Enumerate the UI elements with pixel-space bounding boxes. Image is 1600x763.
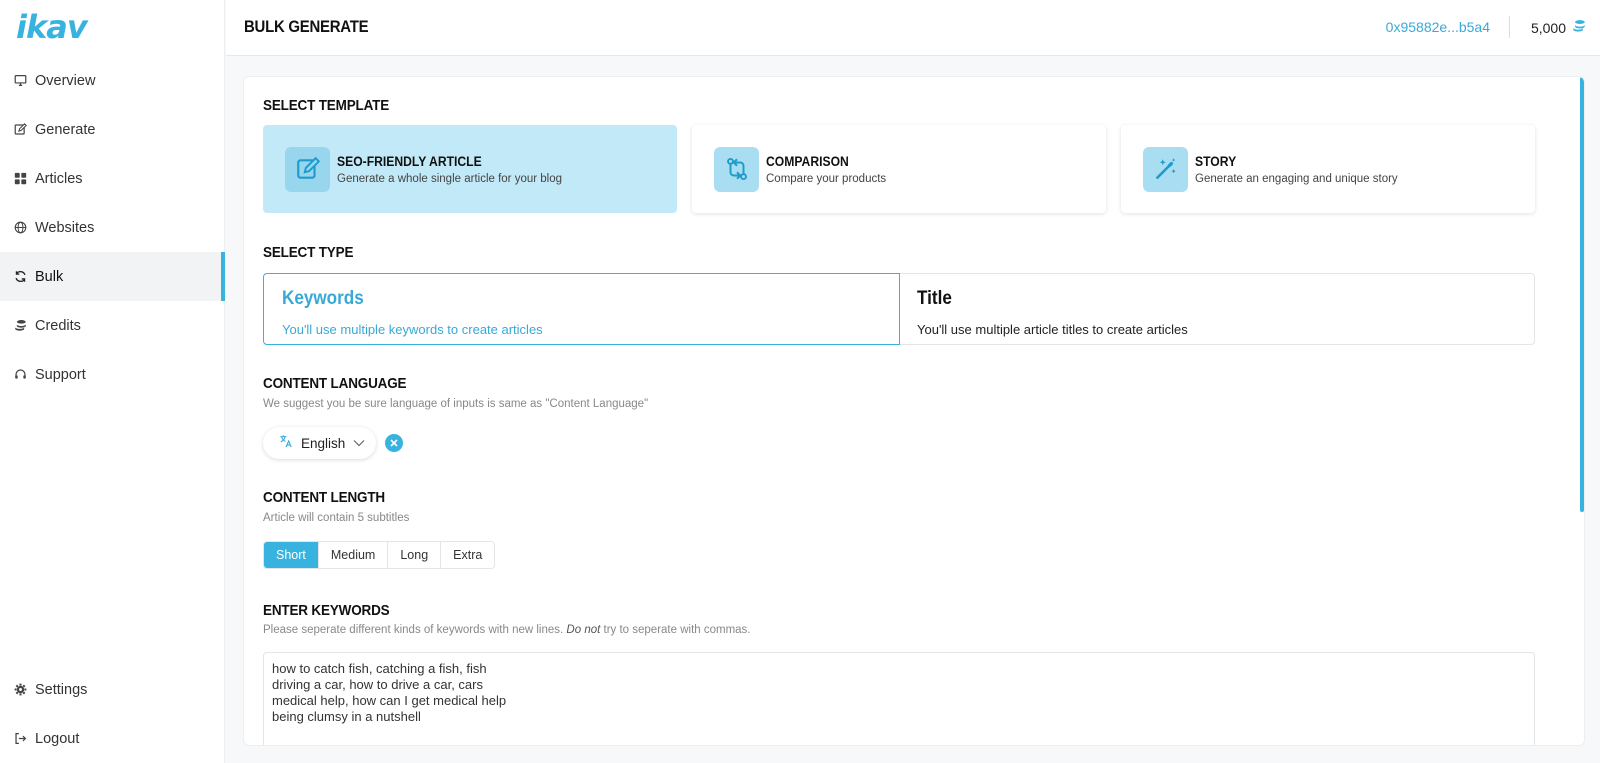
logout-icon <box>14 732 27 745</box>
enter-keywords-heading: ENTER KEYWORDS <box>263 602 390 619</box>
globe-icon <box>14 221 27 234</box>
sidebar-item-generate[interactable]: Generate <box>0 105 225 154</box>
template-card-seo-article[interactable]: SEO-FRIENDLY ARTICLE Generate a whole si… <box>263 125 677 213</box>
template-desc: Generate an engaging and unique story <box>1195 172 1398 185</box>
grid-icon <box>14 172 27 185</box>
type-desc: You'll use multiple article titles to cr… <box>917 322 1188 337</box>
coins-icon <box>14 319 27 332</box>
content-language-hint: We suggest you be sure language of input… <box>263 398 649 410</box>
length-short-button[interactable]: Short <box>264 542 319 568</box>
language-value: English <box>301 435 346 451</box>
sidebar-item-label: Logout <box>35 730 80 747</box>
type-title: Title <box>917 288 952 309</box>
template-desc: Compare your products <box>766 172 887 185</box>
select-type-heading: SELECT TYPE <box>263 244 354 261</box>
type-option-title[interactable]: Title You'll use multiple article titles… <box>899 274 1534 344</box>
bulk-form-card: SELECT TEMPLATE SEO-FRIENDLY ARTICLE Gen… <box>243 76 1585 746</box>
translate-icon <box>279 434 293 453</box>
sidebar-item-label: Credits <box>35 317 81 334</box>
content-length-toggle: Short Medium Long Extra <box>263 541 496 569</box>
sidebar-item-label: Support <box>35 366 86 383</box>
close-icon <box>390 434 398 452</box>
edit-icon <box>285 146 330 192</box>
sidebar-item-label: Overview <box>35 72 96 89</box>
sidebar-item-support[interactable]: Support <box>0 350 225 399</box>
sidebar-item-label: Bulk <box>35 268 64 285</box>
length-medium-button[interactable]: Medium <box>318 542 389 568</box>
content-language-heading: CONTENT LANGUAGE <box>263 375 407 392</box>
length-extra-button[interactable]: Extra <box>441 542 495 568</box>
type-desc: You'll use multiple keywords to create a… <box>282 322 543 337</box>
sidebar-item-bulk[interactable]: Bulk <box>0 252 225 301</box>
type-title: Keywords <box>282 288 364 309</box>
sidebar-item-logout[interactable]: Logout <box>0 714 225 763</box>
headset-icon <box>14 368 27 381</box>
compare-icon <box>714 146 759 192</box>
sidebar-item-label: Generate <box>35 121 96 138</box>
hint-text: try to seperate with commas. <box>600 624 751 636</box>
content-length-hint: Article will contain 5 subtitles <box>263 512 410 524</box>
scrollbar[interactable] <box>1580 77 1584 512</box>
sidebar-bottom-nav: Settings Logout <box>0 665 225 763</box>
sidebar-item-label: Articles <box>35 170 83 187</box>
logo[interactable]: ikav <box>16 8 88 46</box>
monitor-icon <box>14 74 27 87</box>
template-title: STORY <box>1195 153 1237 169</box>
language-select[interactable]: English <box>263 427 376 459</box>
sidebar-item-websites[interactable]: Websites <box>0 203 225 252</box>
gear-icon <box>14 683 27 696</box>
sidebar-item-credits[interactable]: Credits <box>0 301 225 350</box>
sidebar-item-settings[interactable]: Settings <box>0 665 225 714</box>
edit-icon <box>14 123 27 136</box>
select-template-heading: SELECT TEMPLATE <box>263 97 390 114</box>
template-card-story[interactable]: STORY Generate an engaging and unique st… <box>1121 125 1535 213</box>
page-title: BULK GENERATE <box>244 17 369 36</box>
sidebar-item-overview[interactable]: Overview <box>0 56 225 105</box>
enter-keywords-hint: Please seperate different kinds of keywo… <box>263 624 751 636</box>
length-long-button[interactable]: Long <box>388 542 442 568</box>
wallet-address[interactable]: 0x95882e...b5a4 <box>1386 19 1490 35</box>
template-card-comparison[interactable]: COMPARISON Compare your products <box>692 125 1106 213</box>
template-desc: Generate a whole single article for your… <box>337 172 563 185</box>
top-header: BULK GENERATE 0x95882e...b5a4 5,000 <box>226 0 1600 56</box>
sidebar-item-label: Settings <box>35 681 88 698</box>
sidebar-item-label: Websites <box>35 219 95 236</box>
type-selector: Keywords You'll use multiple keywords to… <box>263 273 1535 345</box>
header-divider <box>1509 16 1510 38</box>
credits-balance[interactable]: 5,000 <box>1531 19 1586 36</box>
magic-wand-icon <box>1143 146 1188 192</box>
sidebar: ikav Overview Generate Articles Websites <box>0 0 225 763</box>
chevron-down-icon <box>353 434 365 452</box>
content-length-heading: CONTENT LENGTH <box>263 489 385 506</box>
sidebar-item-articles[interactable]: Articles <box>0 154 225 203</box>
sidebar-nav: Overview Generate Articles Websites Bulk <box>0 56 225 399</box>
credits-value: 5,000 <box>1530 19 1566 36</box>
refresh-icon <box>14 270 27 283</box>
hint-emphasis: Do not <box>566 624 601 636</box>
type-option-keywords[interactable]: Keywords You'll use multiple keywords to… <box>263 273 900 345</box>
keywords-textarea[interactable]: how to catch fish, catching a fish, fish… <box>263 652 1535 745</box>
hint-text: Please seperate different kinds of keywo… <box>263 624 567 636</box>
template-title: SEO-FRIENDLY ARTICLE <box>337 153 482 169</box>
clear-language-button[interactable] <box>385 434 403 452</box>
coins-icon <box>1572 19 1586 36</box>
template-title: COMPARISON <box>766 153 849 169</box>
